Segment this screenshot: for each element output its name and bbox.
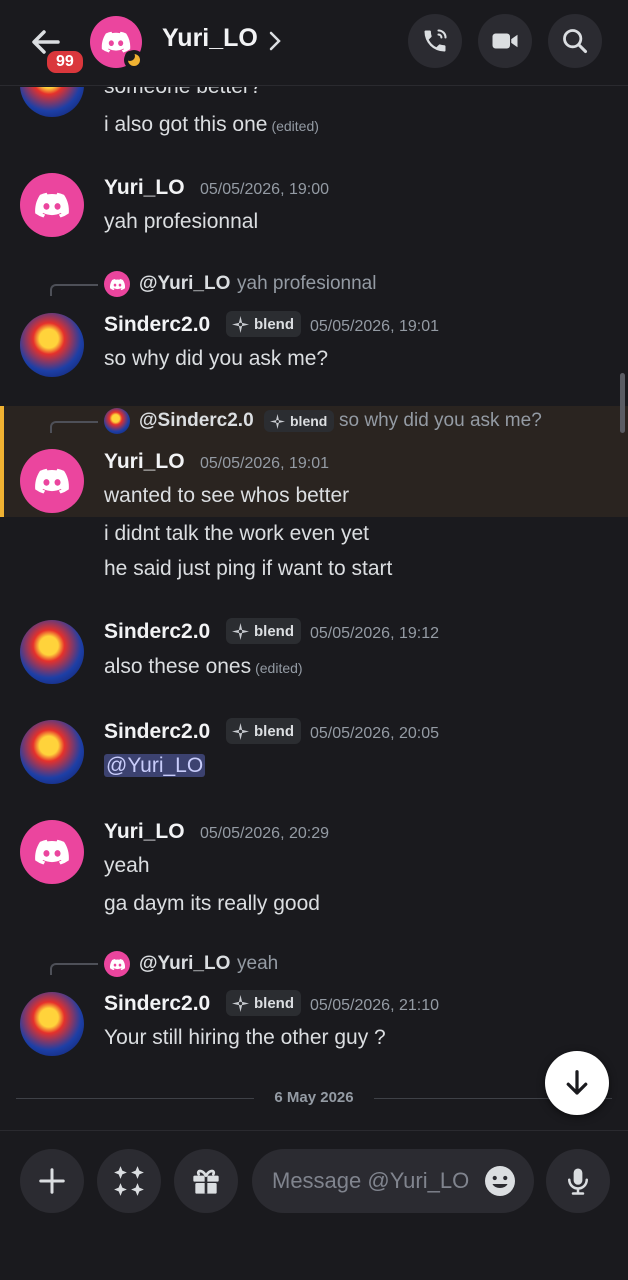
sparkle-icon	[232, 316, 249, 333]
avatar[interactable]	[20, 720, 84, 784]
server-tag[interactable]: blend	[226, 718, 301, 744]
sparkle-icon	[232, 723, 249, 740]
chevron-right-icon[interactable]	[268, 30, 282, 57]
timestamp: 05/05/2026, 19:01	[200, 455, 330, 472]
jump-to-present-button[interactable]	[545, 1051, 609, 1115]
avatar[interactable]	[20, 449, 84, 513]
edited-label: (edited)	[271, 118, 319, 134]
voice-call-button[interactable]	[408, 14, 462, 68]
message-text: also these ones (edited)	[104, 655, 303, 678]
username[interactable]: Sinderc2.0	[104, 992, 210, 1016]
timestamp: 05/05/2026, 20:29	[200, 825, 330, 842]
conversation-title[interactable]: Yuri_LO	[162, 24, 258, 53]
username[interactable]: Sinderc2.0	[104, 313, 210, 337]
emoji-icon[interactable]	[482, 1163, 518, 1199]
reply-preview[interactable]: yah profesionnal	[237, 273, 376, 295]
message-text: @Yuri_LO	[104, 754, 206, 778]
message-text: i also got this one (edited)	[104, 113, 319, 136]
server-tag[interactable]: blend	[264, 410, 335, 432]
server-tag[interactable]: blend	[226, 311, 301, 337]
chat-header: 99 Yuri_LO	[0, 0, 628, 86]
discord-logo-icon	[109, 276, 126, 293]
apps-icon	[114, 1166, 144, 1196]
microphone-icon	[568, 1168, 588, 1195]
edited-label: (edited)	[255, 660, 303, 676]
message-text: Your still hiring the other guy ?	[104, 1026, 386, 1049]
gift-icon	[193, 1169, 219, 1194]
message-list[interactable]: someone better? i also got this one(edit…	[0, 87, 628, 1129]
voice-call-icon	[424, 29, 447, 52]
gift-button[interactable]	[174, 1149, 238, 1213]
user-mention[interactable]: @Yuri_LO	[104, 754, 206, 777]
discord-logo-icon	[109, 956, 126, 973]
message-text: so why did you ask me?	[104, 347, 329, 370]
message-text: he said just ping if want to start	[104, 557, 393, 580]
avatar[interactable]	[20, 820, 84, 884]
avatar[interactable]	[20, 620, 84, 684]
unread-badge: 99	[44, 48, 86, 76]
search-button[interactable]	[548, 14, 602, 68]
scrollbar[interactable]	[620, 373, 625, 433]
video-call-button[interactable]	[478, 14, 532, 68]
moon-status-icon	[124, 50, 144, 70]
attach-button[interactable]	[20, 1149, 84, 1213]
sparkle-icon	[232, 995, 249, 1012]
timestamp: 05/05/2026, 21:10	[310, 997, 440, 1014]
server-tag[interactable]: blend	[226, 990, 301, 1016]
message-input[interactable]	[272, 1149, 482, 1213]
message-text: i didnt talk the work even yet	[104, 522, 369, 545]
message-text: wanted to see whos better	[104, 484, 350, 507]
apps-button[interactable]	[97, 1149, 161, 1213]
message-text: yah profesionnal	[104, 210, 259, 233]
message-input-wrapper	[252, 1149, 534, 1213]
username[interactable]: Sinderc2.0	[104, 720, 210, 744]
date-divider: 6 May 2026	[0, 1088, 628, 1108]
discord-logo-icon	[33, 833, 71, 871]
username[interactable]: Yuri_LO	[104, 820, 185, 844]
username[interactable]: Yuri_LO	[104, 450, 185, 474]
timestamp: 05/05/2026, 20:05	[310, 725, 440, 742]
message-composer	[0, 1130, 628, 1280]
timestamp: 05/05/2026, 19:12	[310, 625, 440, 642]
message-text: yeah	[104, 854, 150, 877]
avatar[interactable]	[20, 87, 84, 117]
avatar	[104, 951, 130, 977]
avatar	[104, 408, 130, 434]
reply-connector	[50, 284, 98, 296]
search-icon	[563, 29, 588, 54]
username[interactable]: Sinderc2.0	[104, 620, 210, 644]
discord-logo-icon	[33, 186, 71, 224]
voice-message-button[interactable]	[546, 1149, 610, 1213]
arrow-down-icon	[566, 1070, 588, 1095]
plus-icon	[39, 1168, 65, 1194]
sparkle-icon	[232, 623, 249, 640]
avatar[interactable]	[20, 173, 84, 237]
avatar[interactable]	[20, 992, 84, 1056]
message-text: someone better?	[104, 87, 262, 99]
reply-username[interactable]: @Yuri_LO	[139, 953, 230, 975]
video-call-icon	[492, 33, 518, 49]
reply-username[interactable]: @Yuri_LO	[139, 273, 230, 295]
avatar	[104, 271, 130, 297]
reply-username[interactable]: @Sinderc2.0	[139, 410, 254, 432]
sparkle-icon	[270, 414, 285, 429]
discord-logo-icon	[33, 462, 71, 500]
reply-preview[interactable]: yeah	[237, 953, 278, 975]
timestamp: 05/05/2026, 19:01	[310, 318, 440, 335]
reply-connector	[50, 421, 98, 433]
avatar[interactable]	[20, 313, 84, 377]
username[interactable]: Yuri_LO	[104, 176, 185, 200]
timestamp: 05/05/2026, 19:00	[200, 181, 330, 198]
message-text: ga daym its really good	[104, 892, 320, 915]
server-tag[interactable]: blend	[226, 618, 301, 644]
reply-preview[interactable]: so why did you ask me?	[339, 410, 542, 432]
reply-connector	[50, 963, 98, 975]
